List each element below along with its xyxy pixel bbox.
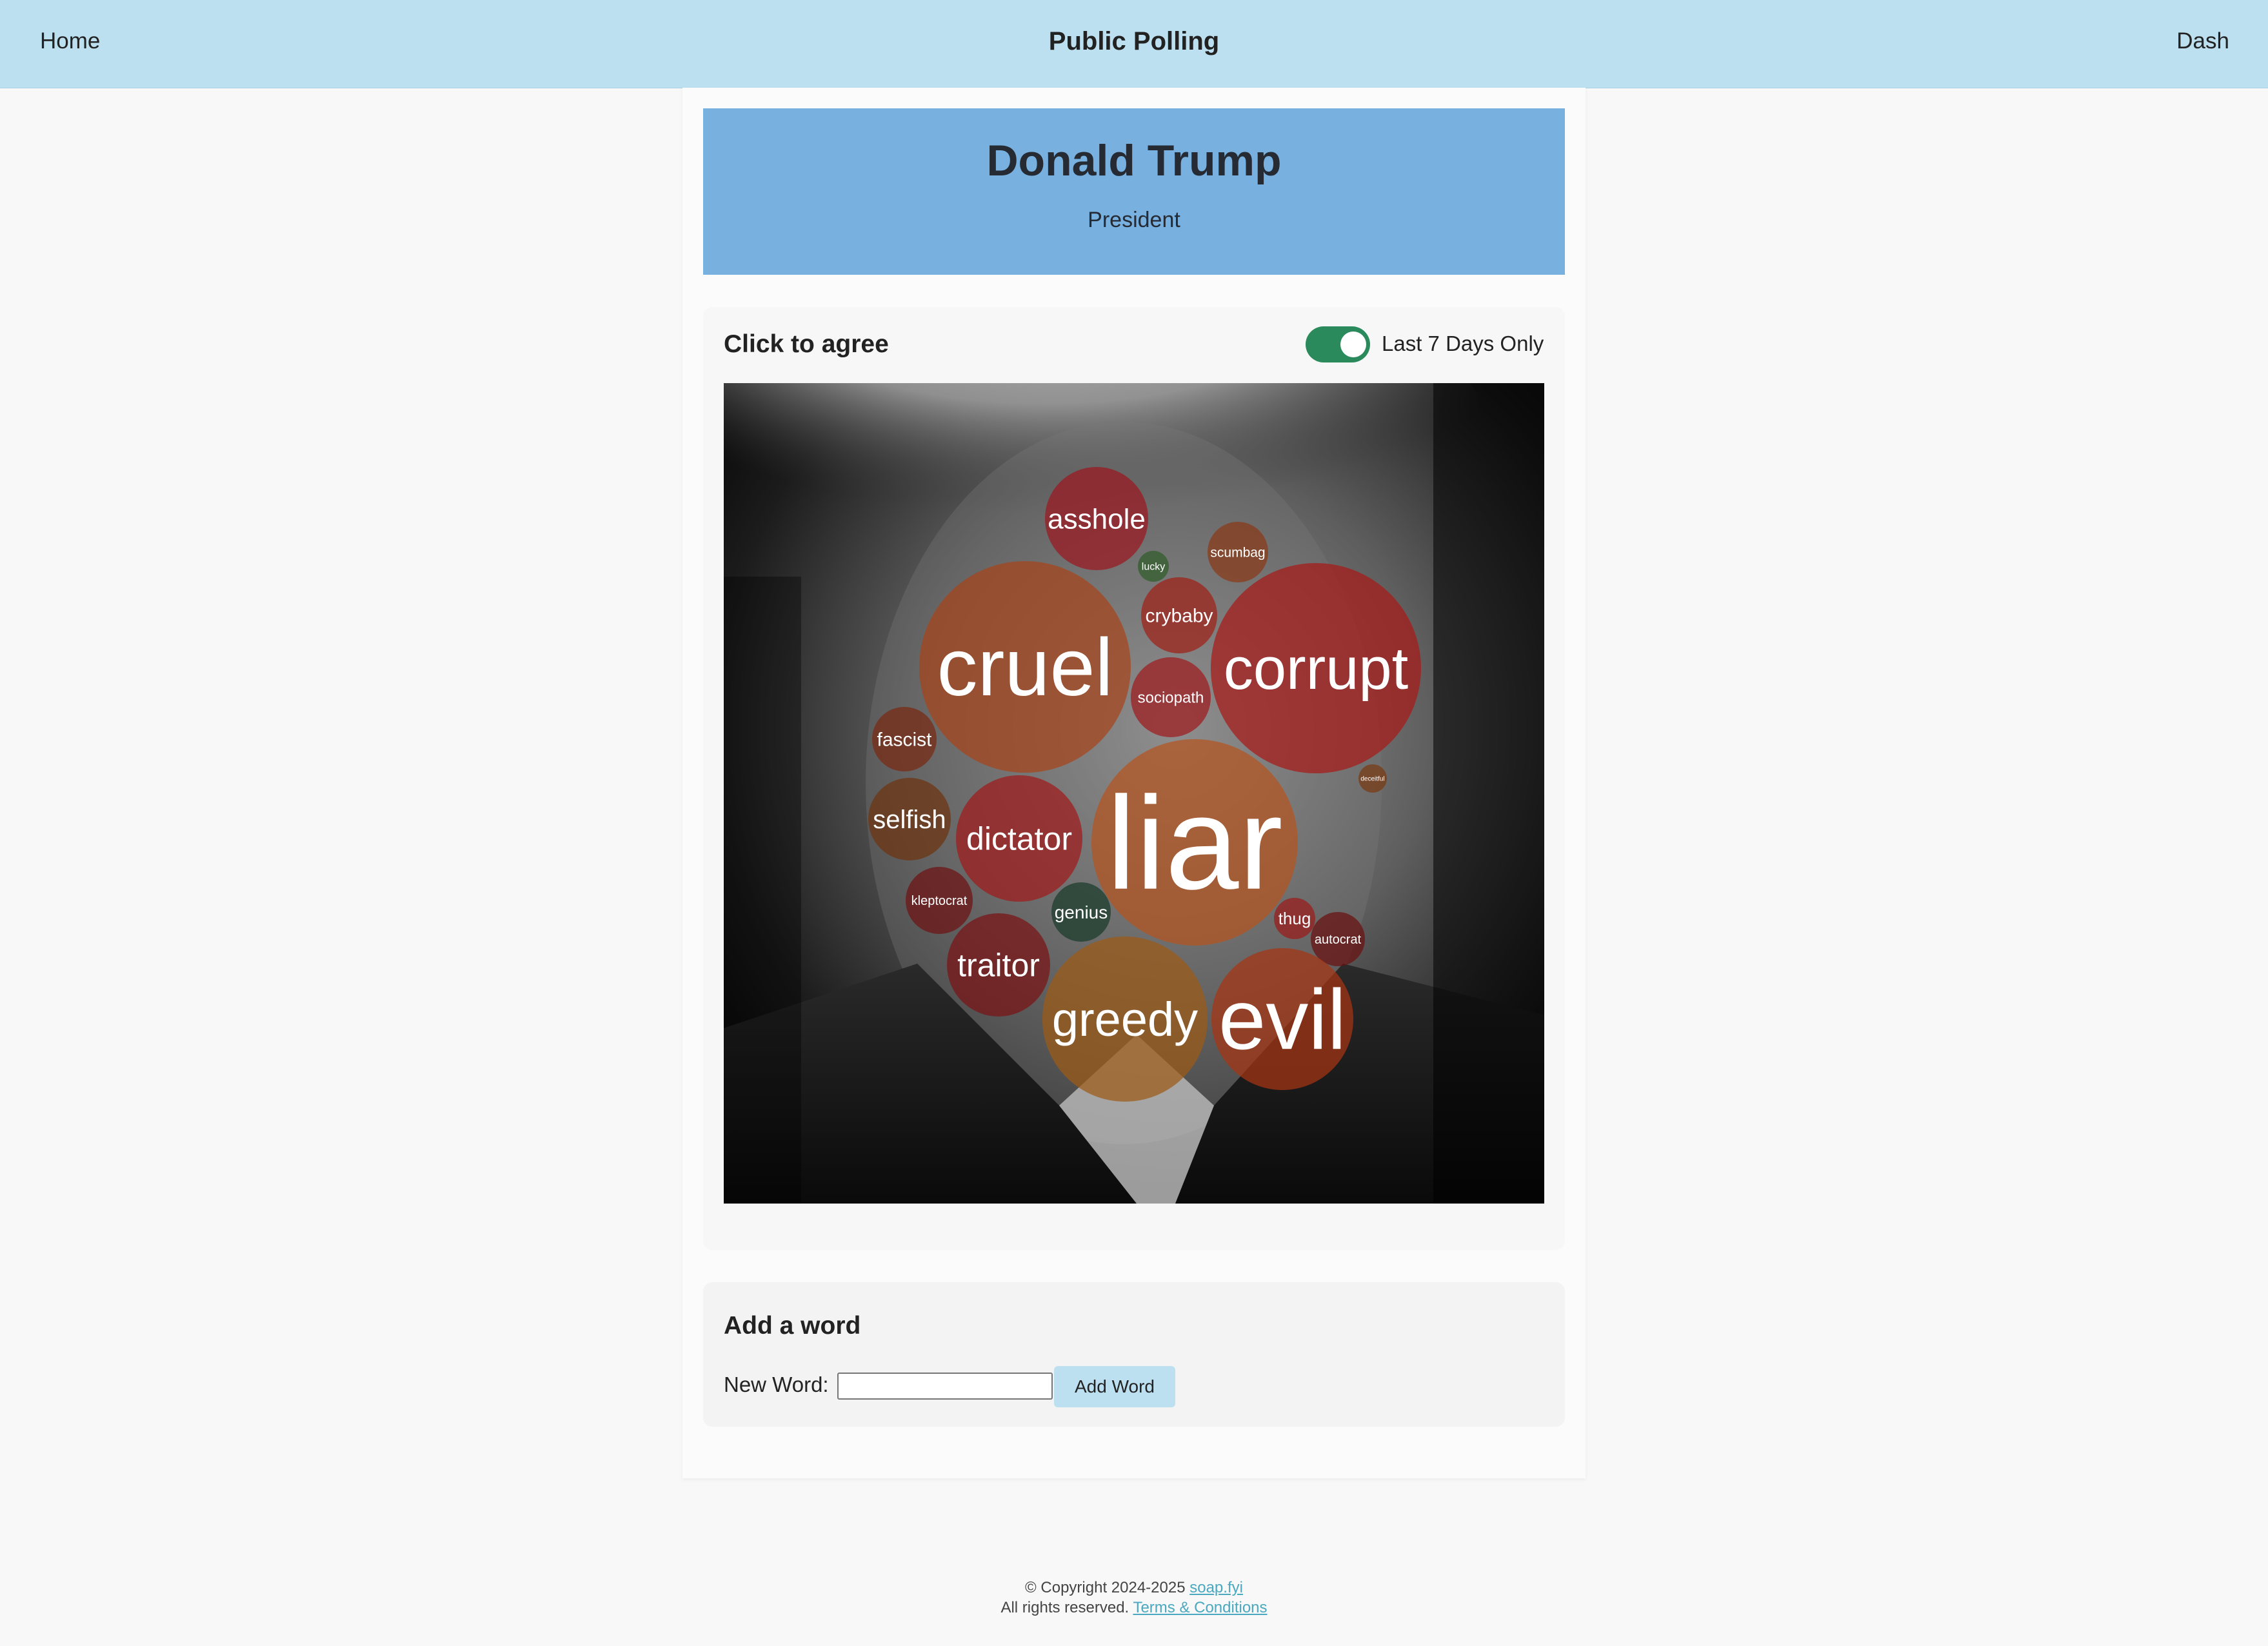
toggle-knob xyxy=(1340,332,1366,357)
add-word-button[interactable]: Add Word xyxy=(1054,1366,1175,1407)
word-bubble-thug[interactable]: thug xyxy=(1274,898,1315,939)
portrait-right-shade xyxy=(1433,383,1544,1204)
word-bubble-label: selfish xyxy=(873,806,946,834)
person-role: President xyxy=(1088,208,1180,232)
word-bubble-traitor[interactable]: traitor xyxy=(947,913,1050,1016)
word-bubble-liar[interactable]: liar xyxy=(1091,739,1298,946)
footer-copyright-line: © Copyright 2024-2025 soap.fyi xyxy=(0,1578,2268,1598)
word-bubble-evil[interactable]: evil xyxy=(1211,948,1353,1090)
word-bubble-label: deceitful xyxy=(1360,776,1384,783)
person-name: Donald Trump xyxy=(986,136,1282,185)
copyright-text: © Copyright 2024-2025 xyxy=(1025,1579,1186,1596)
new-word-input[interactable] xyxy=(837,1373,1053,1400)
toggle-label: Last 7 Days Only xyxy=(1382,332,1544,355)
word-cloud: asshole lucky scumbag crybaby cruel corrupt so… xyxy=(724,383,1544,1204)
word-bubble-kleptocrat[interactable]: kleptocrat xyxy=(906,867,973,934)
add-word-title: Add a word xyxy=(724,1312,861,1340)
agree-title: Click to agree xyxy=(724,330,889,358)
word-bubble-label: lucky xyxy=(1142,562,1165,573)
word-bubble-label: scumbag xyxy=(1210,545,1265,560)
terms-link[interactable]: Terms & Conditions xyxy=(1133,1599,1267,1616)
word-bubble-label: liar xyxy=(1106,769,1282,917)
word-bubble-label: evil xyxy=(1219,972,1346,1067)
word-bubble-label: genius xyxy=(1055,902,1108,922)
word-bubble-dictator[interactable]: dictator xyxy=(956,775,1082,902)
word-bubble-fascist[interactable]: fascist xyxy=(872,707,937,771)
site-title: Public Polling xyxy=(1048,27,1220,55)
word-bubble-label: crybaby xyxy=(1145,606,1213,627)
word-bubble-selfish[interactable]: selfish xyxy=(868,778,951,860)
rights-text: All rights reserved. xyxy=(1000,1599,1129,1616)
word-bubble-cruel[interactable]: cruel xyxy=(919,561,1131,773)
word-bubble-label: greedy xyxy=(1052,993,1198,1046)
word-bubble-lucky[interactable]: lucky xyxy=(1138,551,1169,582)
last-7-days-toggle[interactable] xyxy=(1306,326,1370,362)
person-header: Donald Trump President xyxy=(703,108,1565,275)
word-bubble-label: cruel xyxy=(937,622,1113,713)
word-bubble-sociopath[interactable]: sociopath xyxy=(1131,657,1211,737)
word-bubble-asshole[interactable]: asshole xyxy=(1045,467,1148,570)
word-bubble-label: autocrat xyxy=(1315,933,1362,947)
word-bubble-label: traitor xyxy=(957,947,1040,984)
word-bubble-deceitful[interactable]: deceitful xyxy=(1358,764,1387,793)
footer-rights-line: All rights reserved. Terms & Conditions xyxy=(0,1598,2268,1618)
add-word-card: Add a word New Word: Add Word xyxy=(703,1282,1565,1427)
word-bubble-autocrat[interactable]: autocrat xyxy=(1311,912,1365,966)
word-bubble-label: sociopath xyxy=(1138,689,1204,706)
word-bubble-corrupt[interactable]: corrupt xyxy=(1211,563,1421,773)
footer: © Copyright 2024-2025 soap.fyi All right… xyxy=(0,1578,2268,1618)
word-bubble-label: corrupt xyxy=(1224,636,1408,702)
word-bubble-label: kleptocrat xyxy=(911,894,968,908)
word-bubble-label: fascist xyxy=(877,729,932,751)
word-bubble-label: thug xyxy=(1278,909,1311,928)
word-bubble-scumbag[interactable]: scumbag xyxy=(1208,522,1268,582)
word-cloud-svg: asshole lucky scumbag crybaby cruel corrupt so… xyxy=(724,383,1544,1204)
word-bubble-crybaby[interactable]: crybaby xyxy=(1141,577,1217,653)
new-word-label: New Word: xyxy=(724,1373,829,1396)
portrait-left-shade xyxy=(724,577,801,1204)
word-bubble-label: dictator xyxy=(966,821,1072,857)
site-link[interactable]: soap.fyi xyxy=(1189,1579,1243,1596)
dash-link[interactable]: Dash xyxy=(2176,28,2229,54)
agree-card: Click to agree Last 7 Days Only asshole … xyxy=(703,307,1565,1250)
word-bubble-genius[interactable]: genius xyxy=(1051,882,1111,942)
word-bubble-greedy[interactable]: greedy xyxy=(1042,937,1208,1102)
top-nav: Home Public Polling Dash xyxy=(0,0,2268,88)
word-bubble-label: asshole xyxy=(1048,503,1146,535)
